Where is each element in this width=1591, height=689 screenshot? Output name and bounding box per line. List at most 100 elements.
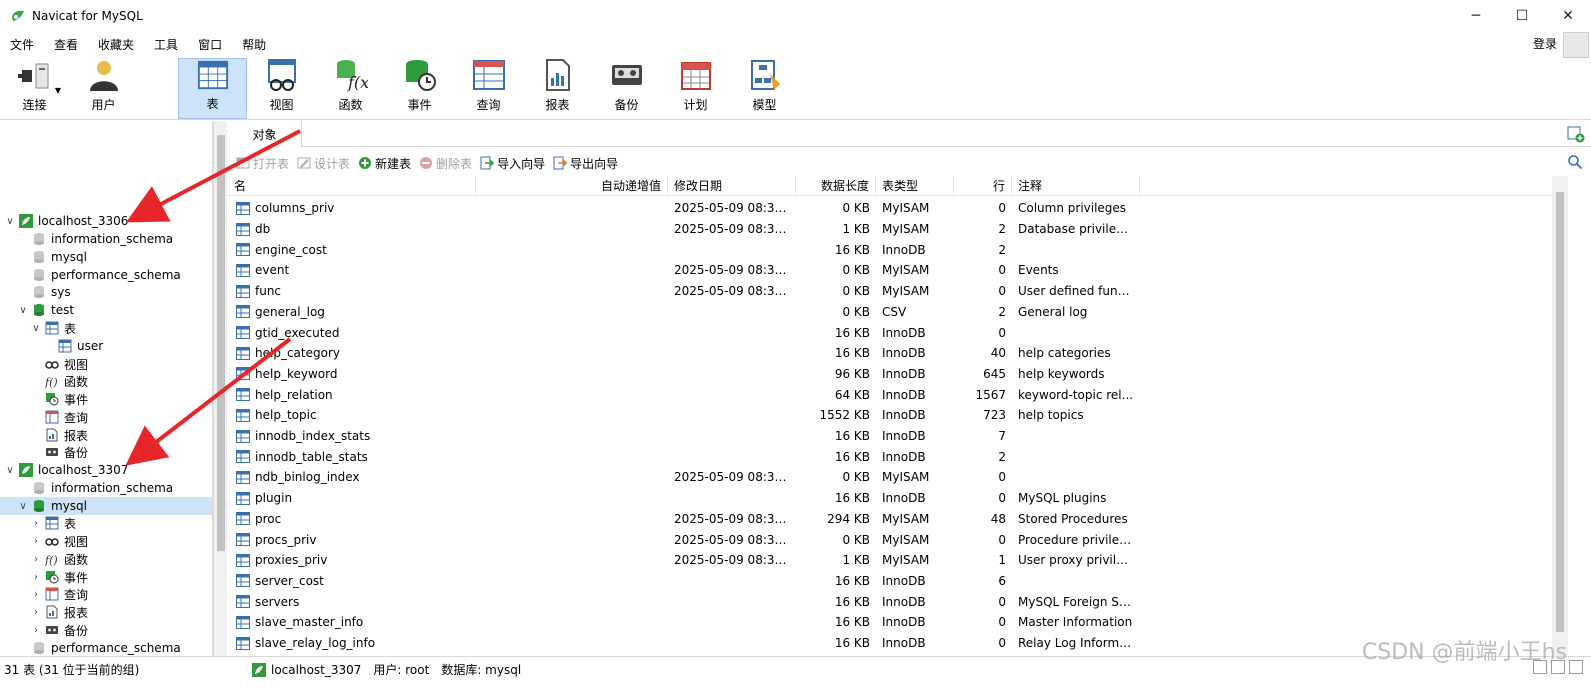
export-wizard-button[interactable]: 导出向导 [553, 155, 618, 172]
table-row[interactable]: help_keyword 96 KB InnoDB 645 help keywords [228, 364, 1552, 385]
tree-item-queries[interactable]: › 查询 [0, 585, 212, 603]
tree-item-connection[interactable]: ∨ localhost_3306 [0, 212, 212, 230]
tree-item-db[interactable]: performance_schema [0, 639, 212, 656]
tree-item-db[interactable]: performance_schema [0, 266, 212, 284]
tree-item-backups[interactable]: › 备份 [0, 621, 212, 639]
column-header-name[interactable]: 名 [228, 176, 476, 196]
tree-scrollbar[interactable] [213, 121, 227, 656]
toolbar-function-button[interactable]: f(x) 函数 [316, 58, 385, 119]
chevron-right-icon[interactable]: › [30, 536, 42, 547]
tree-item-functions[interactable]: f() 函数 [0, 372, 212, 390]
tree-item-functions[interactable]: › f() 函数 [0, 550, 212, 568]
column-header-comment[interactable]: 注释 [1012, 176, 1140, 196]
table-row[interactable]: slave_relay_log_info 16 KB InnoDB 0 Relay Lo… [228, 633, 1552, 654]
toolbar-user-button[interactable]: 用户 [69, 58, 138, 119]
table-scrollbar[interactable] [1552, 176, 1568, 656]
tree-item-db-open[interactable]: ∨ test [0, 301, 212, 319]
tree-item-events[interactable]: › 事件 [0, 568, 212, 586]
tree-item-connection[interactable]: ∨ localhost_3307 [0, 461, 212, 479]
design-table-button[interactable]: 设计表 [297, 155, 350, 172]
column-header-modified[interactable]: 修改日期 [668, 176, 796, 196]
table-row[interactable]: ndb_binlog_index 2025-05-09 08:32:16 0 KB M… [228, 467, 1552, 488]
table-row[interactable]: engine_cost 16 KB InnoDB 2 [228, 239, 1552, 260]
column-header-engine[interactable]: 表类型 [876, 176, 954, 196]
chevron-down-icon[interactable]: ∨ [30, 323, 42, 334]
chevron-down-icon[interactable]: ∨ [4, 216, 16, 227]
chevron-down-icon[interactable]: ∨ [17, 501, 29, 512]
search-icon[interactable] [1567, 154, 1583, 170]
menu-tools[interactable]: 工具 [144, 36, 188, 53]
menu-favorites[interactable]: 收藏夹 [88, 36, 144, 53]
table-row[interactable]: event 2025-05-09 08:32:16 0 KB MyISAM 0 Event… [228, 260, 1552, 281]
close-button[interactable]: ✕ [1545, 0, 1591, 31]
tree-item-queries[interactable]: 查询 [0, 408, 212, 426]
chevron-right-icon[interactable]: › [30, 518, 42, 529]
table-row[interactable]: general_log 0 KB CSV 2 General log [228, 302, 1552, 323]
table-row[interactable]: slave_master_info 16 KB InnoDB 0 Master Info… [228, 612, 1552, 633]
chevron-right-icon[interactable]: › [30, 572, 42, 583]
toolbar-schedule-button[interactable]: 计划 [661, 58, 730, 119]
menu-file[interactable]: 文件 [0, 36, 44, 53]
tree-item-views[interactable]: 视图 [0, 355, 212, 373]
detail-view-icon[interactable] [1551, 660, 1565, 674]
tree-item-reports[interactable]: › 报表 [0, 603, 212, 621]
tree-item-views[interactable]: › 视图 [0, 532, 212, 550]
chevron-down-icon[interactable]: ▼ [55, 86, 61, 95]
new-table-button[interactable]: 新建表 [358, 155, 411, 172]
toolbar-view-button[interactable]: 视图 [247, 58, 316, 119]
login-link[interactable]: 登录 [1533, 35, 1557, 52]
table-row[interactable]: func 2025-05-09 08:32:16 0 KB MyISAM 0 User d… [228, 281, 1552, 302]
chevron-down-icon[interactable]: ∨ [4, 465, 16, 476]
tree-item-table[interactable]: user [0, 337, 212, 355]
tree-item-db-open[interactable]: ∨ mysql [0, 497, 212, 515]
table-row[interactable]: servers 16 KB InnoDB 0 MySQL Foreign Se... [228, 591, 1552, 612]
tree-item-db[interactable]: mysql [0, 248, 212, 266]
list-view-icon[interactable] [1533, 660, 1547, 674]
toolbar-model-button[interactable]: 模型 [730, 58, 799, 119]
table-row[interactable]: innodb_table_stats 16 KB InnoDB 2 [228, 446, 1552, 467]
table-row[interactable]: proc 2025-05-09 08:32:18 294 KB MyISAM 48 Sto… [228, 509, 1552, 530]
toolbar-backup-button[interactable]: 备份 [592, 58, 661, 119]
table-row[interactable]: server_cost 16 KB InnoDB 6 [228, 571, 1552, 592]
table-row[interactable]: plugin 16 KB InnoDB 0 MySQL plugins [228, 488, 1552, 509]
delete-table-button[interactable]: 删除表 [419, 155, 472, 172]
import-wizard-button[interactable]: 导入向导 [480, 155, 545, 172]
menu-help[interactable]: 帮助 [232, 36, 276, 53]
table-row[interactable]: help_category 16 KB InnoDB 40 help categorie… [228, 343, 1552, 364]
table-row[interactable]: help_relation 64 KB InnoDB 1567 keyword-topi… [228, 384, 1552, 405]
chevron-right-icon[interactable]: › [30, 554, 42, 565]
toolbar-event-button[interactable]: 事件 [385, 58, 454, 119]
tree-item-reports[interactable]: 报表 [0, 426, 212, 444]
er-view-icon[interactable] [1569, 660, 1583, 674]
chevron-right-icon[interactable]: › [30, 589, 42, 600]
table-row[interactable]: columns_priv 2025-05-09 08:32:16 0 KB MyISA… [228, 198, 1552, 219]
tree-item-tables[interactable]: ∨ 表 [0, 319, 212, 337]
avatar[interactable] [1563, 32, 1589, 58]
toolbar-query-button[interactable]: 查询 [454, 58, 523, 119]
column-header-auto-increment[interactable]: 自动递增值 [476, 176, 668, 196]
table-row[interactable]: proxies_priv 2025-05-09 08:32:17 1 KB MyISA… [228, 550, 1552, 571]
table-row[interactable]: help_topic 1552 KB InnoDB 723 help topics [228, 405, 1552, 426]
tree-item-db[interactable]: information_schema [0, 230, 212, 248]
menu-window[interactable]: 窗口 [188, 36, 232, 53]
tree-item-backups[interactable]: 备份 [0, 443, 212, 461]
tree-item-db[interactable]: sys [0, 283, 212, 301]
toolbar-connection-button[interactable]: 连接 ▼ [0, 58, 69, 119]
tree-item-db[interactable]: information_schema [0, 479, 212, 497]
toolbar-table-button[interactable]: 表 [178, 58, 247, 119]
table-row[interactable]: procs_priv 2025-05-09 08:32:16 0 KB MyISAM 0… [228, 529, 1552, 550]
chevron-right-icon[interactable]: › [30, 607, 42, 618]
table-row[interactable]: innodb_index_stats 16 KB InnoDB 7 [228, 426, 1552, 447]
chevron-down-icon[interactable]: ∨ [17, 305, 29, 316]
tree-item-events[interactable]: 事件 [0, 390, 212, 408]
table-row[interactable]: gtid_executed 16 KB InnoDB 0 [228, 322, 1552, 343]
open-table-button[interactable]: 打开表 [236, 155, 289, 172]
tab-objects[interactable]: 对象 [228, 121, 302, 147]
menu-view[interactable]: 查看 [44, 36, 88, 53]
new-tab-icon[interactable] [1567, 125, 1585, 143]
column-header-rows[interactable]: 行 [954, 176, 1012, 196]
chevron-right-icon[interactable]: › [30, 625, 42, 636]
toolbar-report-button[interactable]: 报表 [523, 58, 592, 119]
column-header-data-length[interactable]: 数据长度 [796, 176, 876, 196]
minimize-button[interactable]: ─ [1453, 0, 1499, 31]
